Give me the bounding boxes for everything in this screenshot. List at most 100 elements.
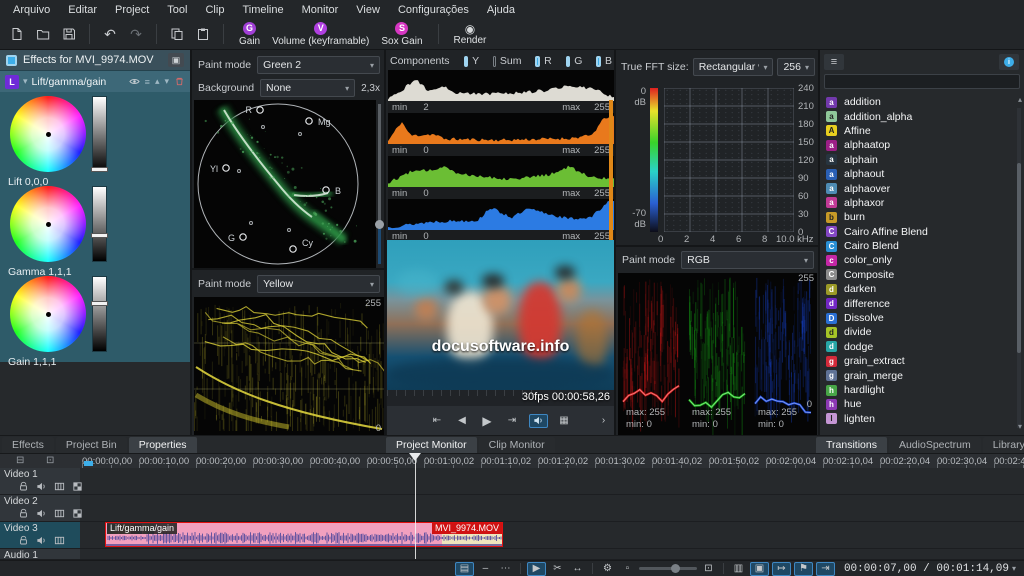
panel-options-icon[interactable]: ▣ bbox=[168, 53, 184, 67]
menu-configurações[interactable]: Configurações bbox=[389, 2, 478, 18]
luma-slider-0[interactable] bbox=[92, 96, 107, 172]
checker-icon[interactable] bbox=[72, 481, 83, 492]
color-wheel-0[interactable] bbox=[10, 96, 86, 172]
track-header-audio-1[interactable]: Audio 1 bbox=[0, 549, 80, 560]
list-scrollbar[interactable] bbox=[1017, 108, 1021, 428]
tab-audiospectrum[interactable]: AudioSpectrum bbox=[889, 437, 981, 454]
vs-zoom-slider[interactable] bbox=[378, 104, 381, 264]
track-lane-video-1[interactable] bbox=[80, 468, 1024, 495]
track-header-video-1[interactable]: Video 1 bbox=[0, 468, 80, 495]
menu-clip[interactable]: Clip bbox=[196, 2, 233, 18]
timeline-zoom-slider[interactable] bbox=[639, 567, 697, 570]
composition-item-affine[interactable]: AAffine bbox=[820, 124, 1016, 138]
luma-slider-2[interactable] bbox=[92, 276, 107, 352]
timeline-clip[interactable]: Lift/gamma/gain MVI_9974.MOV bbox=[105, 522, 503, 547]
move-down-icon[interactable]: ▾ bbox=[164, 76, 169, 87]
razor-tool-icon[interactable]: ✂ bbox=[549, 562, 566, 575]
snap-icon[interactable]: ⇥ bbox=[816, 562, 835, 576]
composition-item-lighten[interactable]: llighten bbox=[820, 412, 1016, 426]
component-checkbox-sum[interactable] bbox=[493, 56, 496, 67]
audio-thumbnails-icon[interactable]: ↦ bbox=[772, 562, 791, 576]
new-file-icon[interactable] bbox=[6, 23, 28, 45]
composition-item-alphaxor[interactable]: aalphaxor bbox=[820, 196, 1016, 210]
film-icon[interactable] bbox=[54, 481, 65, 492]
track-tag-icon[interactable]: – bbox=[477, 562, 494, 575]
speaker-icon[interactable] bbox=[36, 535, 47, 546]
color-wheel-2[interactable] bbox=[10, 276, 86, 352]
checker-icon[interactable] bbox=[72, 508, 83, 519]
component-checkbox-y[interactable] bbox=[464, 56, 469, 67]
monitor-seekbar[interactable]: 30fps 00:00:58,26 bbox=[387, 390, 614, 406]
save-icon[interactable] bbox=[58, 23, 80, 45]
histogram-scrollbar[interactable] bbox=[609, 100, 613, 240]
composition-item-grain-extract[interactable]: ggrain_extract bbox=[820, 354, 1016, 368]
composition-item-composite[interactable]: CComposite bbox=[820, 268, 1016, 282]
tab-clip-monitor[interactable]: Clip Monitor bbox=[479, 437, 555, 454]
fft-window-select[interactable]: Rectangular window▾ bbox=[693, 58, 774, 76]
composition-item-alphaatop[interactable]: aalphaatop bbox=[820, 138, 1016, 152]
track-headers-icon[interactable]: ⊡ bbox=[46, 455, 54, 466]
move-up-icon[interactable]: ▴ bbox=[155, 76, 160, 87]
mixed-audio-icon[interactable]: ⋯ bbox=[497, 562, 514, 575]
effect-menu-icon[interactable]: ≡ bbox=[145, 77, 150, 87]
use-timeline-zone-icon[interactable]: ▤ bbox=[455, 562, 474, 576]
film-icon[interactable] bbox=[54, 508, 65, 519]
enable-effects-checkbox[interactable] bbox=[6, 55, 17, 66]
timeline-settings-icon[interactable]: ⚙ bbox=[599, 562, 616, 575]
select-tool-icon[interactable]: ▶ bbox=[527, 562, 546, 576]
film-icon[interactable] bbox=[54, 535, 65, 546]
toolbar-effect-sox-gain[interactable]: SSox Gain bbox=[375, 19, 428, 49]
composition-item-hardlight[interactable]: hhardlight bbox=[820, 383, 1016, 397]
track-header-video-3[interactable]: Video 3 bbox=[0, 522, 80, 549]
timeline-ruler[interactable]: ⊟ ⊡ 00:00:00,0000:00:10,0000:00:20,0000:… bbox=[0, 453, 1024, 468]
composition-item-difference[interactable]: ddifference bbox=[820, 296, 1016, 310]
tab-project-bin[interactable]: Project Bin bbox=[56, 437, 127, 454]
video-frame[interactable]: docusoftware.info bbox=[387, 240, 614, 390]
toolbar-effect-volume-keyframable-[interactable]: VVolume (keyframable) bbox=[266, 19, 375, 49]
timecode-chevron-icon[interactable]: ▾ bbox=[1012, 564, 1016, 573]
color-wheel-1[interactable] bbox=[10, 186, 86, 262]
effect-visible-icon[interactable] bbox=[129, 76, 140, 87]
menu-monitor[interactable]: Monitor bbox=[293, 2, 348, 18]
composition-item-divide[interactable]: ddivide bbox=[820, 325, 1016, 339]
composition-item-alphaout[interactable]: aalphaout bbox=[820, 167, 1016, 181]
lock-icon[interactable] bbox=[18, 535, 29, 546]
playhead-line[interactable] bbox=[415, 453, 416, 559]
timeline-zone-marker[interactable] bbox=[84, 461, 93, 466]
composition-item-color-only[interactable]: ccolor_only bbox=[820, 253, 1016, 267]
vs-paint-mode-select[interactable]: Green 2▾ bbox=[257, 56, 380, 74]
composition-item-grain-merge[interactable]: ggrain_merge bbox=[820, 368, 1016, 382]
delete-effect-icon[interactable] bbox=[174, 76, 185, 87]
spacer-tool-icon[interactable]: ↔ bbox=[569, 562, 586, 575]
effect-row-lift-gamma-gain[interactable]: L ▾ Lift/gamma/gain ≡ ▴ ▾ bbox=[0, 71, 190, 92]
collapse-chevron-icon[interactable]: ▾ bbox=[23, 76, 28, 87]
composition-item-darken[interactable]: ddarken bbox=[820, 282, 1016, 296]
tab-transitions[interactable]: Transitions bbox=[816, 437, 887, 454]
frame-forward-icon[interactable]: ⇥ bbox=[504, 414, 521, 427]
list-menu-icon[interactable]: ≡ bbox=[824, 54, 844, 70]
menu-editar[interactable]: Editar bbox=[59, 2, 106, 18]
monitor-config-icon[interactable]: ▦ bbox=[556, 414, 573, 427]
menu-view[interactable]: View bbox=[347, 2, 389, 18]
playhead-handle[interactable] bbox=[409, 453, 421, 461]
skip-backward-icon[interactable]: ⇤ bbox=[429, 414, 446, 427]
video-thumbnails-icon[interactable]: ▣ bbox=[750, 562, 769, 576]
parade-paint-mode-select[interactable]: RGB▾ bbox=[681, 251, 814, 269]
composition-item-cairo-blend[interactable]: CCairo Blend bbox=[820, 239, 1016, 253]
composition-item-addition-alpha[interactable]: aaddition_alpha bbox=[820, 109, 1016, 123]
composition-item-addition[interactable]: aaddition bbox=[820, 95, 1016, 109]
redo-icon[interactable]: ↷ bbox=[125, 23, 147, 45]
play-icon[interactable]: ▶ bbox=[479, 414, 496, 427]
toolbar-effect-gain[interactable]: GGain bbox=[233, 19, 266, 49]
save-zone-icon[interactable]: ▥ bbox=[730, 562, 747, 575]
composition-item-cairo-affine-blend[interactable]: CCairo Affine Blend bbox=[820, 225, 1016, 239]
speaker-icon[interactable] bbox=[36, 508, 47, 519]
tab-properties[interactable]: Properties bbox=[129, 437, 197, 454]
component-checkbox-r[interactable] bbox=[535, 56, 540, 67]
scroll-up-icon[interactable]: ▴ bbox=[1018, 95, 1022, 104]
track-header-video-2[interactable]: Video 2 bbox=[0, 495, 80, 522]
component-checkbox-b[interactable] bbox=[596, 56, 601, 67]
wf-paint-mode-select[interactable]: Yellow▾ bbox=[257, 275, 380, 293]
fft-size-select[interactable]: 256▾ bbox=[777, 58, 815, 76]
render-button[interactable]: ◉ Render bbox=[448, 19, 493, 49]
